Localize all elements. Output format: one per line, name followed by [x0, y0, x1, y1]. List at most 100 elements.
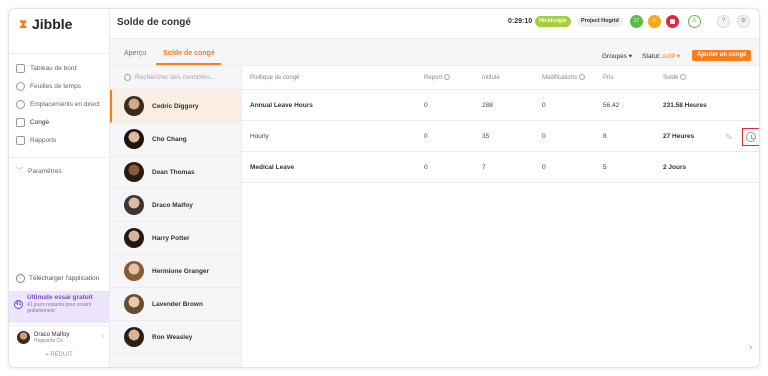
member-name: Cho Chang [152, 135, 187, 143]
sidebar-item-label: Feuilles de temps [30, 82, 81, 90]
member-name: Ron Weasley [152, 333, 193, 341]
column-header: Pris [603, 74, 614, 81]
policy-name: Medical Leave [250, 163, 295, 171]
sidebar-item-dashboard[interactable]: Tableau de bord [9, 59, 109, 77]
avatar [124, 294, 144, 314]
column-header: Politique de congé [250, 74, 300, 81]
sidebar-item-reports[interactable]: Rapports [9, 131, 109, 149]
app-window: ⧗ Jibble Tableau de bord Feuilles de tem… [8, 8, 760, 368]
sidebar-item-settings[interactable]: ﹀ Paramètres [9, 162, 109, 180]
table-header: Politique de congé Report Intitulé Modif… [242, 66, 759, 90]
location-icon [16, 99, 25, 109]
table-row[interactable]: Hourly 0 35 0 8 27 Heures ✎ [242, 121, 759, 152]
logo-text: Jibble [32, 16, 73, 32]
cell-balance: 231.58 Heures [663, 101, 707, 109]
sidebar-item-timesheets[interactable]: Feuilles de temps [9, 77, 109, 95]
avatar [124, 195, 144, 215]
avatar [17, 331, 30, 344]
list-item[interactable]: Cedric Diggory [110, 90, 241, 123]
cell-adjustments: 0 [542, 163, 546, 171]
status-filter[interactable]: Statut: Actif ▾ [642, 52, 680, 60]
timer: 0:29:10 [508, 18, 533, 25]
list-item[interactable]: Lavender Brown [110, 288, 241, 321]
tab-leave-balance[interactable]: Solde de congé [163, 50, 215, 57]
avatar [124, 162, 144, 182]
leave-icon [16, 117, 25, 127]
list-item[interactable]: Ron Weasley [110, 321, 241, 354]
status-filter-label: Statut: [642, 53, 661, 60]
table-row[interactable]: Annual Leave Hours 0 288 0 56.42 231.58 … [242, 90, 759, 121]
avatar [124, 96, 144, 116]
add-leave-button[interactable]: Ajouter un congé [692, 50, 752, 61]
download-app-link[interactable]: ↓ Télécharger l'application [16, 274, 99, 283]
clock-icon [16, 81, 25, 91]
sidebar-item-leave[interactable]: Congé [9, 113, 109, 131]
clock-in-pill[interactable]: Hichkoigle [535, 16, 571, 27]
column-header-label: Solde [663, 75, 679, 81]
trial-icon: 41 [14, 300, 23, 309]
logo[interactable]: ⧗ Jibble [19, 16, 72, 32]
sidebar-item-label: Congé [30, 118, 50, 126]
divider [9, 157, 109, 158]
info-icon[interactable] [680, 74, 687, 80]
cell-taken: 5 [603, 163, 607, 171]
info-icon[interactable] [444, 74, 451, 80]
column-header-label: Modifications [542, 75, 578, 81]
search-field[interactable]: Rechercher des membres... [110, 66, 241, 90]
list-item[interactable]: Draco Malfoy [110, 189, 241, 222]
break-button[interactable]: ☺ [648, 15, 661, 28]
sidebar-nav: Tableau de bord Feuilles de temps Emplac… [9, 53, 109, 180]
cell-entitled: 35 [482, 132, 490, 140]
top-header: Solde de congé 0:29:10 Hichkoigle Projec… [110, 9, 759, 39]
info-icon[interactable] [579, 74, 586, 80]
sidebar-item-live-locations[interactable]: Emplacements en direct [9, 95, 109, 113]
pencil-icon[interactable]: ✎ [724, 132, 734, 142]
member-name: Hermione Granger [152, 267, 210, 275]
member-name: Draco Malfoy [152, 201, 193, 209]
cell-adjustments: 0 [542, 101, 546, 109]
sidebar-item-label: Rapports [30, 136, 57, 144]
groups-filter[interactable]: Groupes ▾ [602, 52, 632, 60]
user-org: Hogwarts Co [34, 337, 63, 344]
trial-banner[interactable]: 41 Ultimate essai gratuit 41 jours resta… [9, 291, 109, 323]
policy-name: Annual Leave Hours [250, 101, 313, 109]
search-input[interactable]: Rechercher des membres... [135, 74, 215, 81]
sidebar-item-label: Tableau de bord [30, 64, 77, 72]
column-header-label: Report [424, 75, 443, 81]
project-pill[interactable]: Project Hogrid [577, 16, 623, 27]
avatar [124, 129, 144, 149]
member-name: Harry Potter [152, 234, 190, 242]
row-actions: ✎ [724, 128, 759, 146]
user-status-icon[interactable]: ♙ [688, 15, 701, 28]
list-item[interactable]: Hermione Granger [110, 255, 241, 288]
notifications-icon[interactable]: ⚙ [737, 15, 750, 28]
cell-adjustments: 0 [542, 132, 546, 140]
history-button[interactable] [742, 128, 759, 146]
cell-carryover: 0 [424, 132, 428, 140]
list-item[interactable]: Cho Chang [110, 123, 241, 156]
column-header: Modifications [542, 74, 586, 81]
status-filter-value: Actif ▾ [662, 53, 680, 60]
search-icon [124, 74, 131, 81]
help-icon[interactable]: ? [717, 15, 730, 28]
chevron-down-icon: ﹀ [16, 168, 23, 175]
double-chevron-left-icon: « [45, 352, 49, 358]
user-profile[interactable]: Draco Malfoy Hogwarts Co › [9, 325, 109, 349]
download-icon: ↓ [16, 274, 25, 283]
leave-balance-table: Politique de congé Report Intitulé Modif… [242, 66, 759, 367]
chevron-right-icon[interactable]: › [749, 342, 752, 353]
stop-button[interactable] [666, 15, 679, 28]
cell-carryover: 0 [424, 101, 428, 109]
green-badge-button[interactable]: 27 [630, 15, 643, 28]
column-header: Solde [663, 74, 687, 81]
cell-entitled: 288 [482, 101, 493, 109]
list-item[interactable]: Dean Thomas [110, 156, 241, 189]
cell-carryover: 0 [424, 163, 428, 171]
cell-balance: 27 Heures [663, 132, 695, 140]
collapse-sidebar-button[interactable]: « RÉDUIT [9, 352, 109, 358]
list-item[interactable]: Harry Potter [110, 222, 241, 255]
cell-balance: 2 Jours [663, 163, 687, 171]
collapse-label: RÉDUIT [50, 352, 73, 358]
tab-overview[interactable]: Aperçu [124, 50, 146, 57]
table-row[interactable]: Medical Leave 0 7 0 5 2 Jours [242, 152, 759, 183]
